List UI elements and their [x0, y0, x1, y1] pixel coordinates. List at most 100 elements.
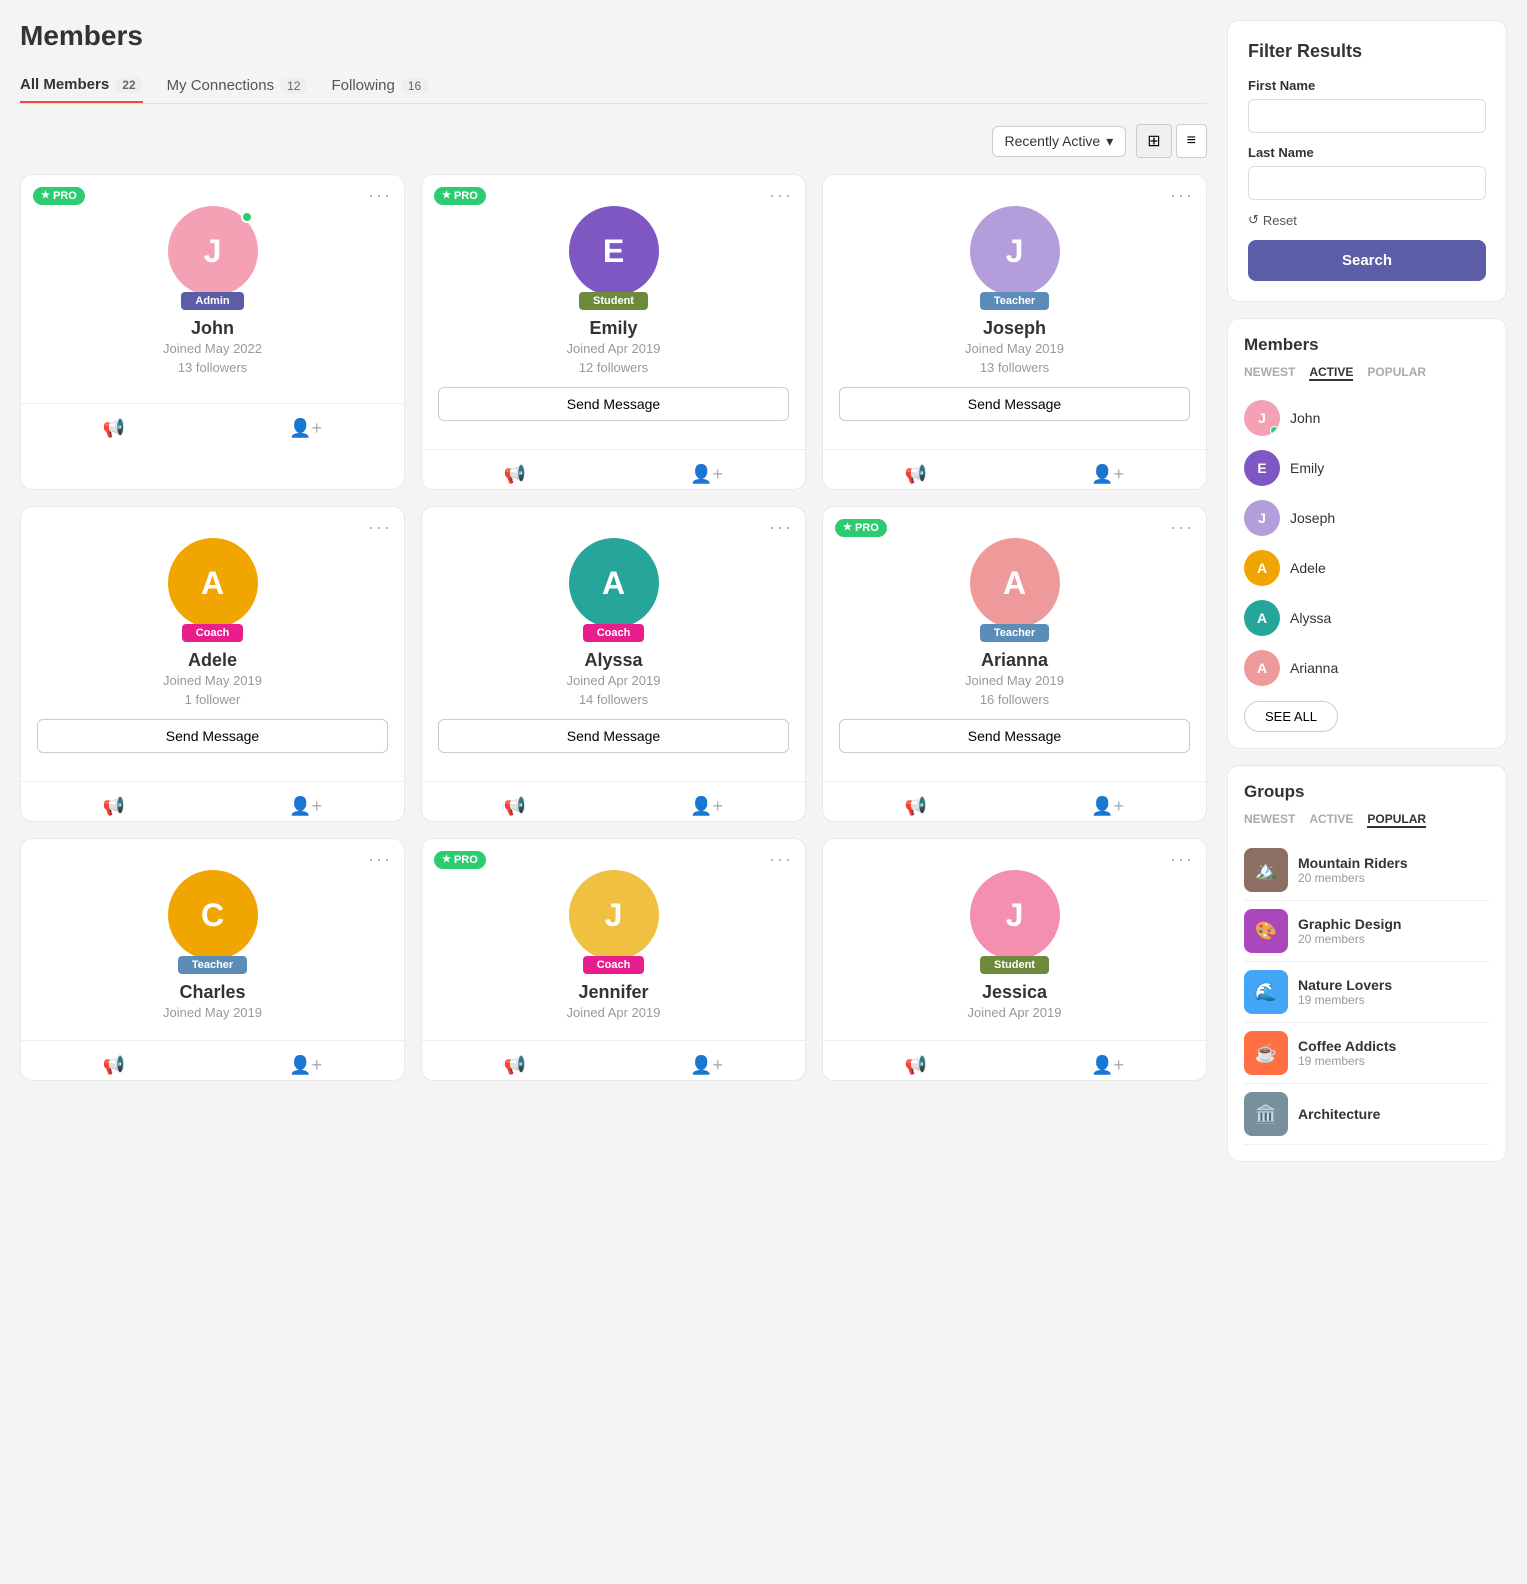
- sidebar-member-item[interactable]: A Adele: [1244, 543, 1490, 593]
- avatar-wrap: C: [168, 870, 258, 960]
- sidebar-member-item[interactable]: J John: [1244, 393, 1490, 443]
- megaphone-icon[interactable]: 📢: [492, 792, 538, 821]
- tab-my-connections[interactable]: My Connections 12: [167, 69, 308, 102]
- megaphone-icon[interactable]: 📢: [91, 1051, 137, 1080]
- sidebar-member-name: John: [1290, 410, 1320, 426]
- sidebar-groups-tabs: NEWEST ACTIVE POPULAR: [1244, 812, 1490, 828]
- group-members-count: 20 members: [1298, 871, 1408, 885]
- group-image: 🎨: [1244, 909, 1288, 953]
- card-actions: 📢 👤+: [422, 1040, 805, 1080]
- send-message-button[interactable]: Send Message: [37, 719, 388, 753]
- card-top-bar: ★ PRO ···: [422, 839, 805, 870]
- sidebar-group-item[interactable]: ☕ Coffee Addicts 19 members: [1244, 1023, 1490, 1084]
- card-top-bar: ···: [21, 507, 404, 538]
- card-actions: 📢 👤+: [823, 1040, 1206, 1080]
- megaphone-icon[interactable]: 📢: [91, 792, 137, 821]
- sidebar-member-item[interactable]: J Joseph: [1244, 493, 1490, 543]
- group-info: Graphic Design 20 members: [1298, 916, 1401, 946]
- card-body: A Coach Adele Joined May 2019 1 follower…: [21, 538, 404, 781]
- megaphone-icon[interactable]: 📢: [91, 414, 137, 443]
- add-friend-icon[interactable]: 👤+: [1079, 1051, 1136, 1080]
- view-toggle: ⊞ ≡: [1136, 124, 1207, 158]
- sidebar-member-item[interactable]: A Alyssa: [1244, 593, 1490, 643]
- sidebar-groups-title: Groups: [1244, 782, 1490, 802]
- sidebar-group-tab-popular[interactable]: POPULAR: [1367, 812, 1426, 828]
- group-info: Nature Lovers 19 members: [1298, 977, 1392, 1007]
- member-card-adele: ··· A Coach Adele Joined May 2019 1 foll…: [20, 506, 405, 822]
- tab-following[interactable]: Following 16: [331, 69, 428, 102]
- more-options-icon[interactable]: ···: [1170, 849, 1194, 870]
- last-name-input[interactable]: [1248, 166, 1486, 200]
- sidebar-member-tab-newest[interactable]: NEWEST: [1244, 365, 1295, 381]
- role-badge: Student: [980, 956, 1049, 974]
- member-followers: 14 followers: [579, 692, 648, 707]
- megaphone-icon[interactable]: 📢: [893, 792, 939, 821]
- add-friend-icon[interactable]: 👤+: [678, 460, 735, 489]
- megaphone-icon[interactable]: 📢: [893, 460, 939, 489]
- sidebar-group-item[interactable]: 🏔️ Mountain Riders 20 members: [1244, 840, 1490, 901]
- add-friend-icon[interactable]: 👤+: [277, 414, 334, 443]
- list-view-button[interactable]: ≡: [1176, 124, 1207, 158]
- member-joined: Joined May 2022: [163, 341, 262, 356]
- member-name: Charles: [179, 982, 245, 1003]
- more-options-icon[interactable]: ···: [769, 849, 793, 870]
- group-members-count: 20 members: [1298, 932, 1401, 946]
- avatar-wrap: J: [970, 870, 1060, 960]
- send-message-button[interactable]: Send Message: [839, 387, 1190, 421]
- mini-avatar: J: [1244, 400, 1280, 436]
- avatar: J: [970, 870, 1060, 960]
- search-button[interactable]: Search: [1248, 240, 1486, 281]
- role-badge: Admin: [181, 292, 243, 310]
- more-options-icon[interactable]: ···: [769, 517, 793, 538]
- sort-dropdown[interactable]: Recently Active ▾: [992, 126, 1127, 157]
- sidebar-group-item[interactable]: 🏛️ Architecture: [1244, 1084, 1490, 1145]
- send-message-button[interactable]: Send Message: [438, 387, 789, 421]
- sidebar-group-tab-newest[interactable]: NEWEST: [1244, 812, 1295, 828]
- group-name: Nature Lovers: [1298, 977, 1392, 993]
- reset-link[interactable]: ↺ Reset: [1248, 212, 1486, 228]
- add-friend-icon[interactable]: 👤+: [1079, 792, 1136, 821]
- sidebar-member-name: Adele: [1290, 560, 1326, 576]
- add-friend-icon[interactable]: 👤+: [1079, 460, 1136, 489]
- sidebar-member-tab-popular[interactable]: POPULAR: [1367, 365, 1426, 381]
- more-options-icon[interactable]: ···: [368, 517, 392, 538]
- add-friend-icon[interactable]: 👤+: [277, 792, 334, 821]
- sidebar-member-item[interactable]: E Emily: [1244, 443, 1490, 493]
- pro-badge: ★ PRO: [434, 851, 486, 869]
- more-options-icon[interactable]: ···: [1170, 517, 1194, 538]
- more-options-icon[interactable]: ···: [1170, 185, 1194, 206]
- more-options-icon[interactable]: ···: [368, 849, 392, 870]
- megaphone-icon[interactable]: 📢: [492, 460, 538, 489]
- more-options-icon[interactable]: ···: [368, 185, 392, 206]
- card-body: C Teacher Charles Joined May 2019: [21, 870, 404, 1040]
- add-friend-icon[interactable]: 👤+: [678, 1051, 735, 1080]
- member-followers: 1 follower: [185, 692, 241, 707]
- card-top-bar: ···: [823, 839, 1206, 870]
- mini-avatar: A: [1244, 600, 1280, 636]
- megaphone-icon[interactable]: 📢: [492, 1051, 538, 1080]
- add-friend-icon[interactable]: 👤+: [277, 1051, 334, 1080]
- member-card-jessica: ··· J Student Jessica Joined Apr 2019 📢 …: [822, 838, 1207, 1081]
- reset-icon: ↺: [1248, 212, 1259, 228]
- send-message-button[interactable]: Send Message: [839, 719, 1190, 753]
- sidebar-group-item[interactable]: 🌊 Nature Lovers 19 members: [1244, 962, 1490, 1023]
- megaphone-icon[interactable]: 📢: [893, 1051, 939, 1080]
- card-actions: 📢 👤+: [21, 403, 404, 443]
- role-badge: Coach: [182, 624, 244, 642]
- member-card-joseph: ··· J Teacher Joseph Joined May 2019 13 …: [822, 174, 1207, 490]
- grid-view-button[interactable]: ⊞: [1136, 124, 1171, 158]
- page-title: Members: [20, 20, 1207, 52]
- sidebar-group-tab-active[interactable]: ACTIVE: [1309, 812, 1353, 828]
- last-name-label: Last Name: [1248, 145, 1486, 160]
- card-actions: 📢 👤+: [422, 781, 805, 821]
- send-message-button[interactable]: Send Message: [438, 719, 789, 753]
- more-options-icon[interactable]: ···: [769, 185, 793, 206]
- sidebar-member-tab-active[interactable]: ACTIVE: [1309, 365, 1353, 381]
- card-body: A Coach Alyssa Joined Apr 2019 14 follow…: [422, 538, 805, 781]
- add-friend-icon[interactable]: 👤+: [678, 792, 735, 821]
- see-all-members-button[interactable]: SEE ALL: [1244, 701, 1338, 732]
- sidebar-member-item[interactable]: A Arianna: [1244, 643, 1490, 693]
- sidebar-group-item[interactable]: 🎨 Graphic Design 20 members: [1244, 901, 1490, 962]
- first-name-input[interactable]: [1248, 99, 1486, 133]
- tab-all-members[interactable]: All Members 22: [20, 68, 143, 103]
